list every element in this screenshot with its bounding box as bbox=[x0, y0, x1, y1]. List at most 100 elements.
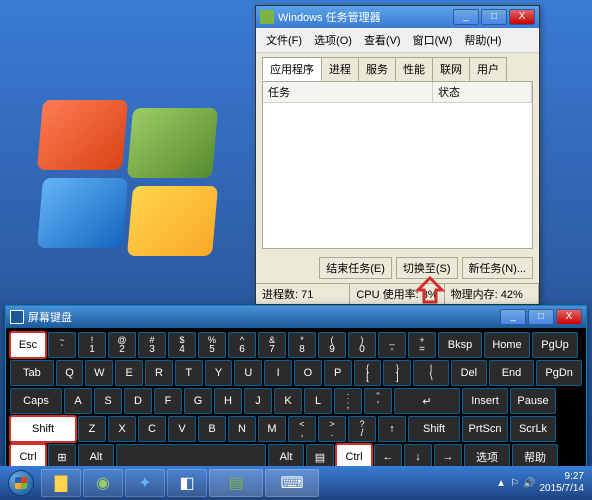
key-insert[interactable]: Insert bbox=[462, 388, 508, 414]
key-bksp[interactable]: Bksp bbox=[438, 332, 482, 358]
key-l[interactable]: L bbox=[304, 388, 332, 414]
key--1[interactable]: !1 bbox=[78, 332, 106, 358]
close-button[interactable]: X bbox=[509, 9, 535, 25]
key-del[interactable]: Del bbox=[451, 360, 487, 386]
key--9[interactable]: (9 bbox=[318, 332, 346, 358]
key-r[interactable]: R bbox=[145, 360, 173, 386]
key-pgup[interactable]: PgUp bbox=[532, 332, 578, 358]
minimize-button[interactable]: _ bbox=[453, 9, 479, 25]
new-task-button[interactable]: 新任务(N)... bbox=[462, 257, 533, 279]
osk-minimize-button[interactable]: _ bbox=[500, 309, 526, 325]
taskbar-explorer[interactable]: ▇ bbox=[41, 469, 81, 497]
key-home[interactable]: Home bbox=[484, 332, 530, 358]
key-a[interactable]: A bbox=[64, 388, 92, 414]
key-k[interactable]: K bbox=[274, 388, 302, 414]
key--7[interactable]: &7 bbox=[258, 332, 286, 358]
key-p[interactable]: P bbox=[324, 360, 352, 386]
menu-help[interactable]: 帮助(H) bbox=[458, 30, 507, 50]
key-i[interactable]: I bbox=[264, 360, 292, 386]
key-y[interactable]: Y bbox=[205, 360, 233, 386]
key--0[interactable]: )0 bbox=[348, 332, 376, 358]
key-prtscn[interactable]: PrtScn bbox=[462, 416, 508, 442]
taskbar-app-2[interactable]: ✦ bbox=[125, 469, 165, 497]
maximize-button[interactable]: □ bbox=[481, 9, 507, 25]
taskbar-app-1[interactable]: ◉ bbox=[83, 469, 123, 497]
end-task-button[interactable]: 结束任务(E) bbox=[319, 257, 392, 279]
clock[interactable]: 9:27 2015/7/14 bbox=[540, 471, 585, 495]
key--[interactable]: "' bbox=[364, 388, 392, 414]
key-f[interactable]: F bbox=[154, 388, 182, 414]
osk-titlebar[interactable]: 屏幕键盘 _ □ X bbox=[6, 306, 586, 328]
key--[interactable]: += bbox=[408, 332, 436, 358]
key--3[interactable]: #3 bbox=[138, 332, 166, 358]
col-status[interactable]: 状态 bbox=[433, 82, 532, 102]
key-caps[interactable]: Caps bbox=[10, 388, 62, 414]
key-scrlk[interactable]: ScrLk bbox=[510, 416, 556, 442]
key--[interactable]: ↵ bbox=[394, 388, 460, 414]
key--[interactable]: {[ bbox=[354, 360, 382, 386]
key-w[interactable]: W bbox=[85, 360, 113, 386]
tab-users[interactable]: 用户 bbox=[469, 57, 507, 81]
tray-flag-icon[interactable]: ⚐ bbox=[510, 478, 519, 489]
key-z[interactable]: Z bbox=[78, 416, 106, 442]
key--6[interactable]: ^6 bbox=[228, 332, 256, 358]
menu-window[interactable]: 窗口(W) bbox=[407, 30, 459, 50]
key-t[interactable]: T bbox=[175, 360, 203, 386]
key--[interactable]: ~` bbox=[48, 332, 76, 358]
key-v[interactable]: V bbox=[168, 416, 196, 442]
key-c[interactable]: C bbox=[138, 416, 166, 442]
key--2[interactable]: @2 bbox=[108, 332, 136, 358]
tab-networking[interactable]: 联网 bbox=[432, 57, 470, 81]
task-list[interactable]: 任务 状态 bbox=[262, 81, 533, 249]
start-button[interactable] bbox=[2, 469, 40, 497]
tray-expand-icon[interactable]: ▲ bbox=[496, 478, 506, 489]
col-task[interactable]: 任务 bbox=[263, 82, 433, 102]
key-s[interactable]: S bbox=[94, 388, 122, 414]
taskmgr-icon bbox=[260, 10, 274, 24]
key-esc[interactable]: Esc bbox=[10, 332, 46, 358]
menu-options[interactable]: 选项(O) bbox=[308, 30, 358, 50]
key-b[interactable]: B bbox=[198, 416, 226, 442]
key-n[interactable]: N bbox=[228, 416, 256, 442]
taskbar-app-3[interactable]: ◧ bbox=[167, 469, 207, 497]
key--[interactable]: }] bbox=[383, 360, 411, 386]
key--[interactable]: ?/ bbox=[348, 416, 376, 442]
key-d[interactable]: D bbox=[124, 388, 152, 414]
tab-services[interactable]: 服务 bbox=[358, 57, 396, 81]
osk-close-button[interactable]: X bbox=[556, 309, 582, 325]
key-j[interactable]: J bbox=[244, 388, 272, 414]
tab-performance[interactable]: 性能 bbox=[395, 57, 433, 81]
key-o[interactable]: O bbox=[294, 360, 322, 386]
key-m[interactable]: M bbox=[258, 416, 286, 442]
key-q[interactable]: Q bbox=[56, 360, 84, 386]
key--[interactable]: >. bbox=[318, 416, 346, 442]
osk-maximize-button[interactable]: □ bbox=[528, 309, 554, 325]
key-shift[interactable]: Shift bbox=[408, 416, 460, 442]
key--[interactable]: ↑ bbox=[378, 416, 406, 442]
key-x[interactable]: X bbox=[108, 416, 136, 442]
key-end[interactable]: End bbox=[489, 360, 535, 386]
taskmgr-titlebar[interactable]: Windows 任务管理器 _ □ X bbox=[256, 6, 539, 28]
taskbar-taskmgr[interactable]: ▤ bbox=[209, 469, 263, 497]
key-shift[interactable]: Shift bbox=[10, 416, 76, 442]
taskbar-osk[interactable]: ⌨ bbox=[265, 469, 319, 497]
key-tab[interactable]: Tab bbox=[10, 360, 54, 386]
key-u[interactable]: U bbox=[234, 360, 262, 386]
key--[interactable]: <, bbox=[288, 416, 316, 442]
tab-processes[interactable]: 进程 bbox=[321, 57, 359, 81]
key-g[interactable]: G bbox=[184, 388, 212, 414]
menu-view[interactable]: 查看(V) bbox=[358, 30, 407, 50]
key-pause[interactable]: Pause bbox=[510, 388, 556, 414]
key-e[interactable]: E bbox=[115, 360, 143, 386]
key-h[interactable]: H bbox=[214, 388, 242, 414]
key--[interactable]: _- bbox=[378, 332, 406, 358]
key--[interactable]: |\ bbox=[413, 360, 449, 386]
tray-volume-icon[interactable]: 🔊 bbox=[523, 478, 535, 489]
key-pgdn[interactable]: PgDn bbox=[536, 360, 582, 386]
key--5[interactable]: %5 bbox=[198, 332, 226, 358]
key--[interactable]: :; bbox=[334, 388, 362, 414]
key--4[interactable]: $4 bbox=[168, 332, 196, 358]
menu-file[interactable]: 文件(F) bbox=[260, 30, 308, 50]
tab-applications[interactable]: 应用程序 bbox=[262, 57, 322, 81]
key--8[interactable]: *8 bbox=[288, 332, 316, 358]
